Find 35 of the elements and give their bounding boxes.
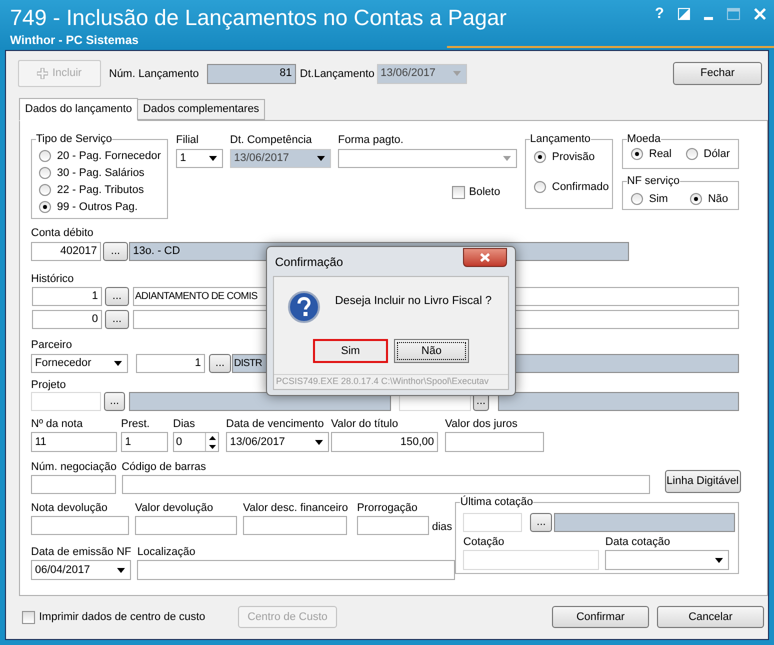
field-label: Parceiro <box>31 338 72 352</box>
status-text: PCSIS749.EXE 28.0.17.4 C:\Winthor\Spool\Executav <box>274 374 508 388</box>
field-label: Filial <box>176 133 199 147</box>
field-label: Valor devolução <box>135 501 214 515</box>
field-label: Prest. <box>121 417 150 431</box>
group-title: Tipo de Serviço <box>36 132 112 146</box>
field-label: Núm. negociação <box>31 460 117 474</box>
field-label: Código de barras <box>122 460 206 474</box>
group-title: Lançamento <box>530 132 591 146</box>
field-label: Localização <box>137 545 196 559</box>
window-title: 749 - Inclusão de Lançamentos no Contas a Pagar <box>10 4 507 32</box>
field-label: Data de emissão NF <box>31 545 132 559</box>
dialog-title: Confirmação <box>275 254 344 270</box>
dialog-message: Deseja Incluir no Livro Fiscal ? <box>335 294 492 310</box>
field-label: Data de vencimento <box>226 417 324 431</box>
field-label: Núm. Lançamento <box>109 66 199 80</box>
field-label: Projeto <box>31 378 66 392</box>
field-label: Dt.Lançamento <box>300 66 374 80</box>
field-label: Dt. Competência <box>230 133 312 147</box>
group-title: NF serviço <box>627 174 680 188</box>
field-label: Histórico <box>31 272 74 286</box>
field-label: Prorrogação <box>356 501 418 515</box>
group-title: Última cotação <box>460 495 534 509</box>
field-label: Valor dos juros <box>445 417 518 431</box>
field-label: Data cotação <box>605 535 670 549</box>
field-label: Nº da nota <box>31 417 83 431</box>
field-label: Cotação <box>463 535 504 549</box>
field-label: Dias <box>173 417 196 431</box>
field-label: Valor desc. financeiro <box>243 501 348 515</box>
field-label: Nota devolução <box>31 501 108 515</box>
field-label: Conta débito <box>31 226 94 240</box>
unit-label: dias <box>432 520 452 534</box>
field-label: Valor do título <box>331 417 398 431</box>
window-subtitle: Winthor - PC Sistemas <box>10 32 139 48</box>
field-label: Forma pagto. <box>338 133 404 147</box>
